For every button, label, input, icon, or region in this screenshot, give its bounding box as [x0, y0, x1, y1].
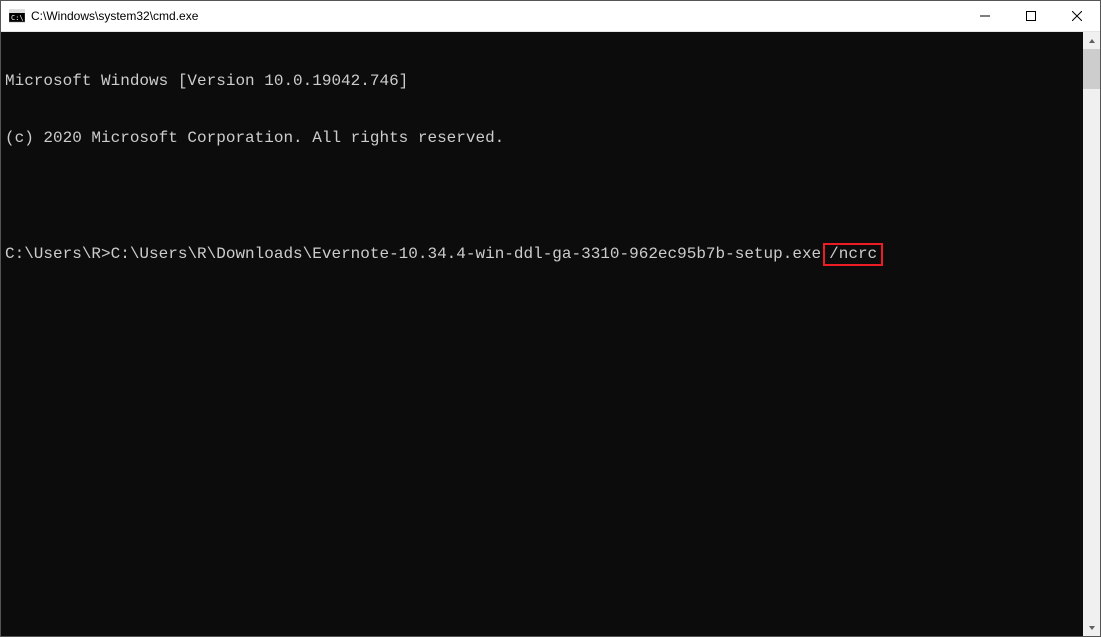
- minimize-button[interactable]: [962, 1, 1008, 31]
- window-title: C:\Windows\system32\cmd.exe: [31, 9, 962, 23]
- scroll-track[interactable]: [1083, 49, 1100, 619]
- vertical-scrollbar[interactable]: [1083, 32, 1100, 636]
- scroll-up-button[interactable]: [1083, 32, 1100, 49]
- maximize-button[interactable]: [1008, 1, 1054, 31]
- cmd-window: C:\ C:\Windows\system32\cmd.exe Microsof…: [0, 0, 1101, 637]
- terminal-output[interactable]: Microsoft Windows [Version 10.0.19042.74…: [1, 32, 1083, 636]
- scroll-thumb[interactable]: [1083, 49, 1100, 89]
- titlebar[interactable]: C:\ C:\Windows\system32\cmd.exe: [1, 1, 1100, 32]
- close-button[interactable]: [1054, 1, 1100, 31]
- window-controls: [962, 1, 1100, 31]
- prompt: C:\Users\R>: [5, 245, 111, 263]
- terminal-line-blank: [5, 186, 1083, 205]
- command-path: C:\Users\R\Downloads\Evernote-10.34.4-wi…: [111, 245, 822, 263]
- terminal-line-1: Microsoft Windows [Version 10.0.19042.74…: [5, 72, 1083, 91]
- cmd-icon: C:\: [9, 8, 25, 24]
- terminal-line-3: C:\Users\R>C:\Users\R\Downloads\Evernote…: [5, 243, 1083, 266]
- svg-text:C:\: C:\: [11, 14, 24, 22]
- terminal-line-2: (c) 2020 Microsoft Corporation. All righ…: [5, 129, 1083, 148]
- highlighted-flag: /ncrc: [823, 243, 883, 266]
- content-area: Microsoft Windows [Version 10.0.19042.74…: [1, 32, 1100, 636]
- scroll-down-button[interactable]: [1083, 619, 1100, 636]
